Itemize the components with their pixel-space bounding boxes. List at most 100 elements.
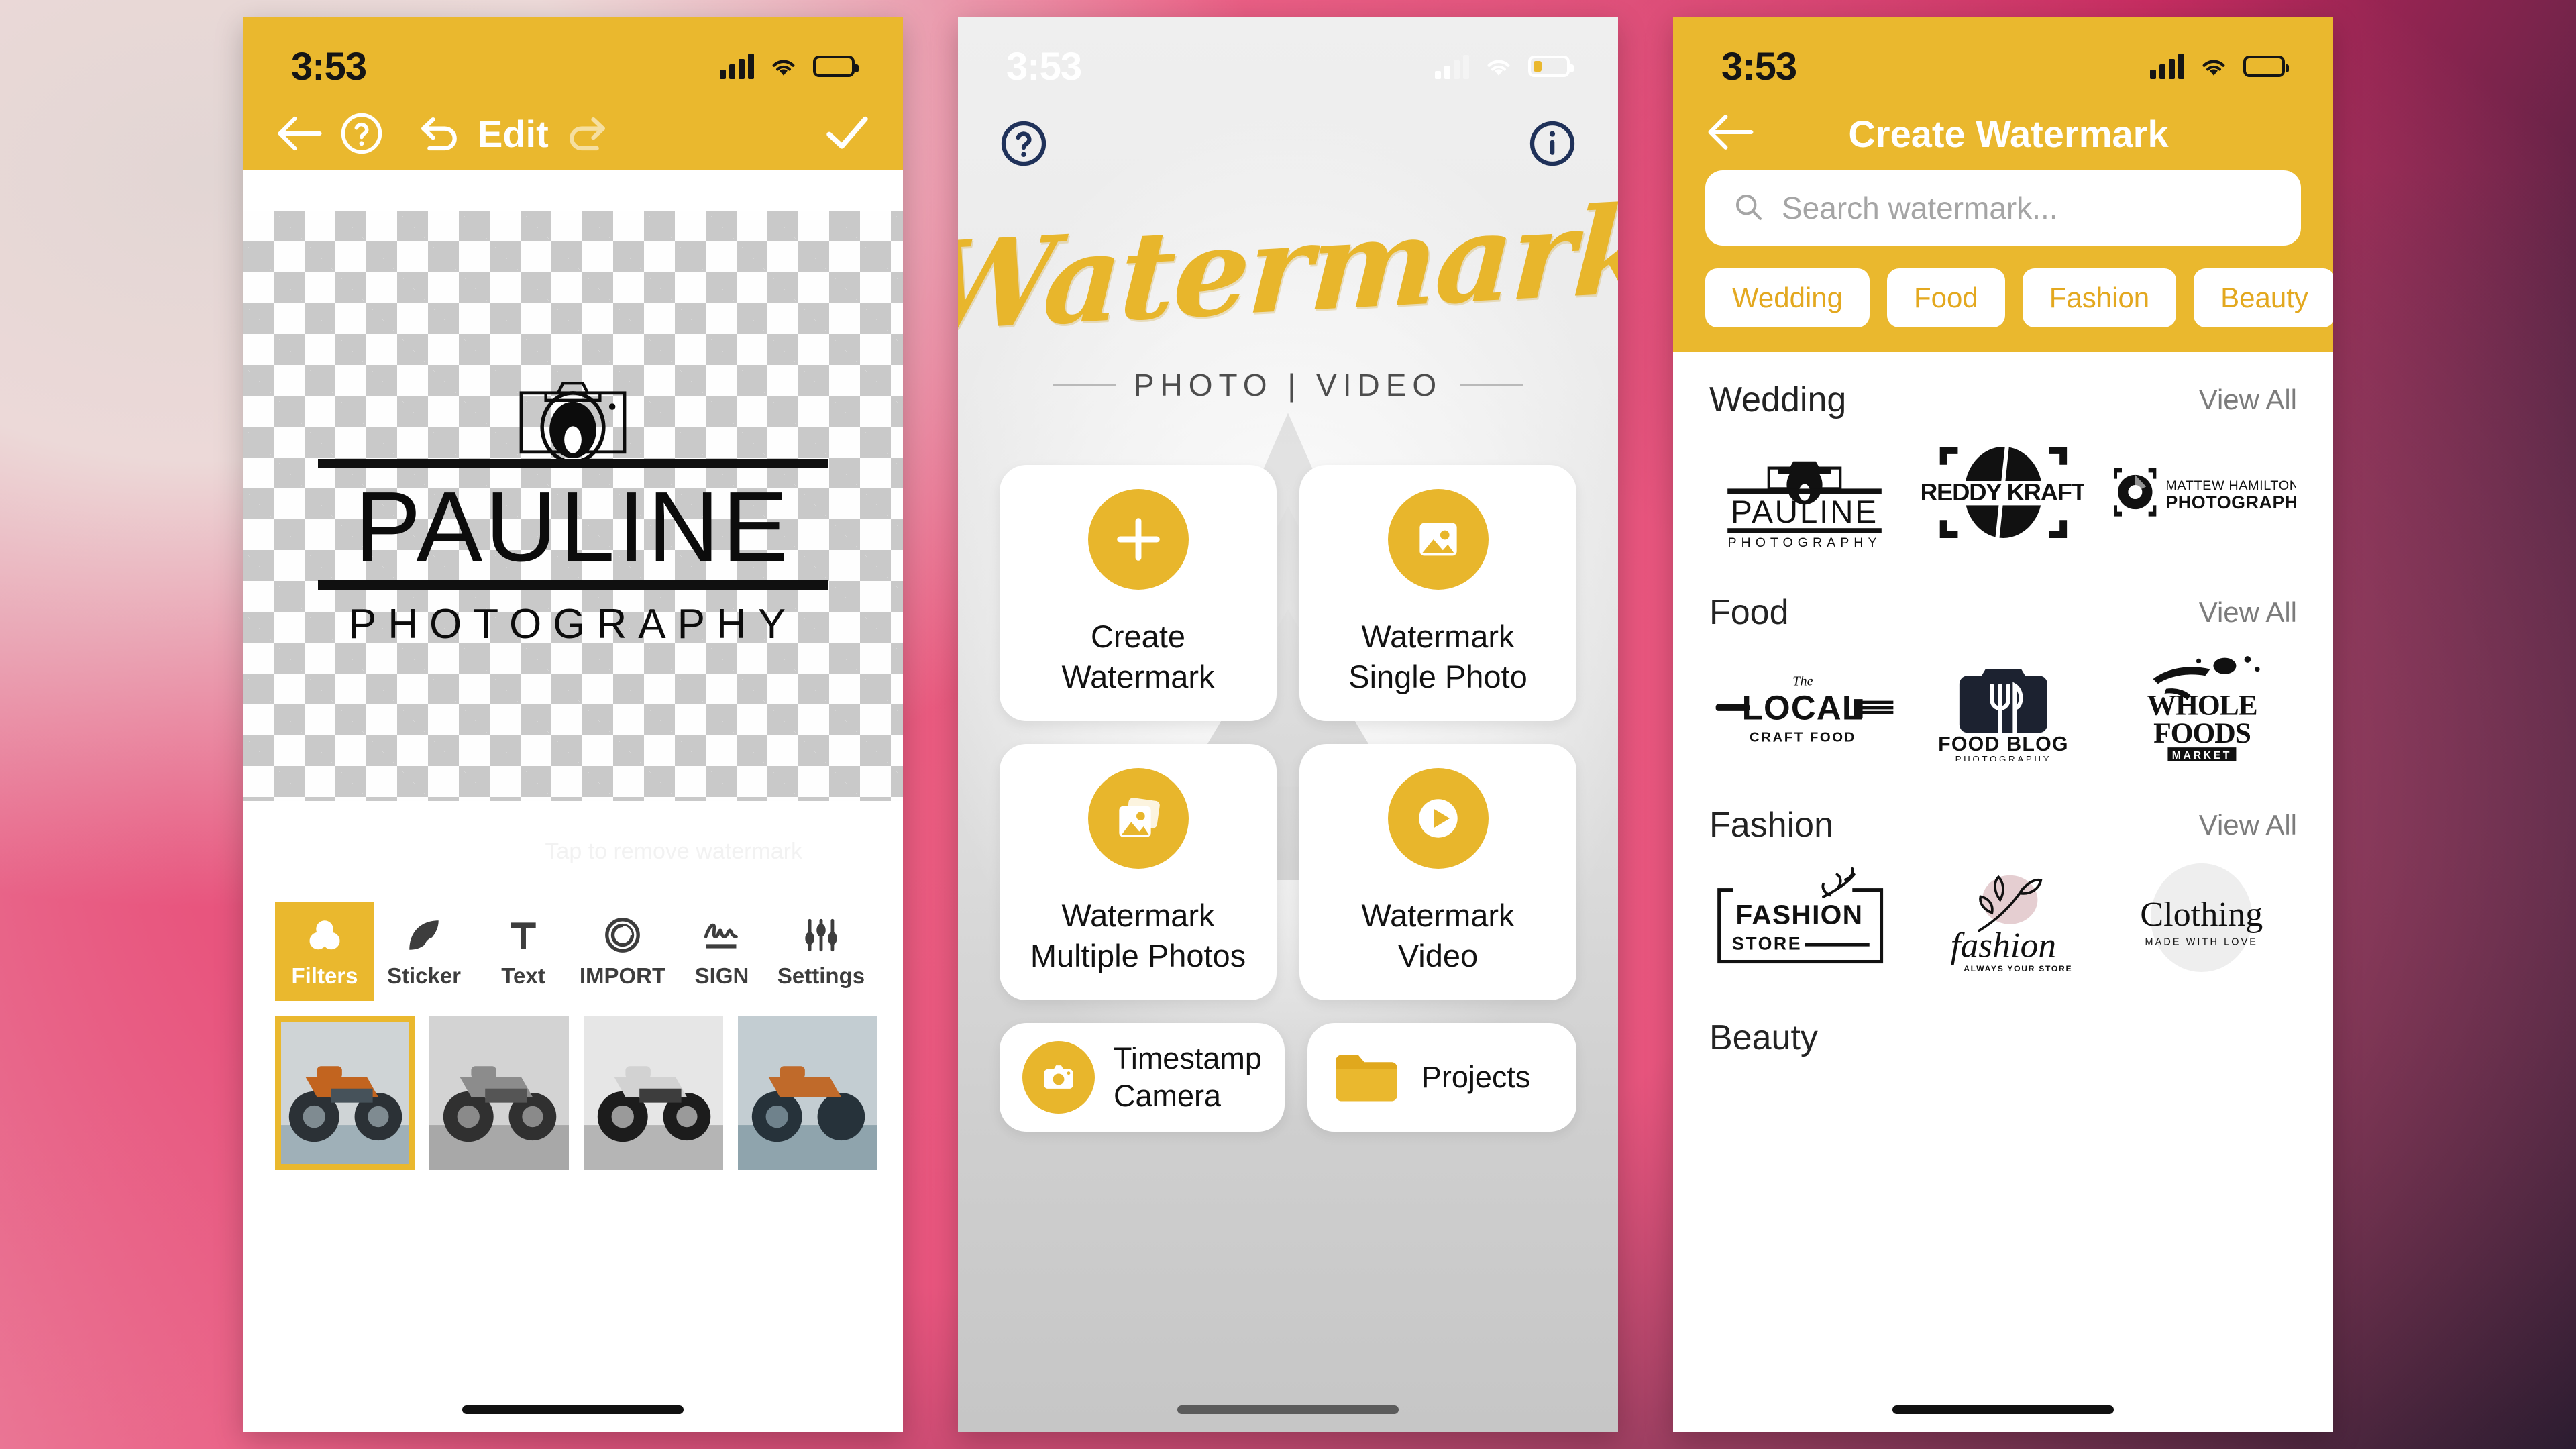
status-bar: 3:53	[1673, 17, 2333, 97]
remove-watermark-hint[interactable]: Tap to remove watermark	[243, 801, 903, 902]
tool-label: SIGN	[694, 963, 749, 988]
watermark-whole-foods-market[interactable]: WHOLE FOODS MARKET	[2108, 648, 2296, 762]
filter-thumbnail[interactable]	[429, 1016, 569, 1170]
phone-home-screen: 3:53 Watermark PHOTO | VIDEO Create Wate…	[958, 17, 1618, 1432]
card-watermark-video[interactable]: Watermark Video	[1299, 744, 1576, 1000]
search-input[interactable]: Search watermark...	[1705, 170, 2301, 246]
svg-text:The: The	[1792, 674, 1813, 688]
status-bar: 3:53	[243, 17, 903, 97]
tool-filters[interactable]: Filters	[275, 902, 374, 1001]
chip-beauty[interactable]: Beauty	[2194, 268, 2333, 327]
info-icon[interactable]	[1528, 119, 1576, 171]
card-watermark-multiple-photos[interactable]: Watermark Multiple Photos	[1000, 744, 1277, 1000]
phone-editor-screen: 3:53 Edit PAULINE PHOTOGRAPHY Tap to rem…	[243, 17, 903, 1432]
status-bar: 3:53	[958, 17, 1618, 97]
help-icon[interactable]	[339, 111, 384, 156]
watermark-canvas[interactable]: PAULINE PHOTOGRAPHY	[243, 211, 903, 801]
search-placeholder: Search watermark...	[1782, 191, 2058, 225]
plus-icon	[1087, 488, 1189, 590]
card-projects[interactable]: Projects	[1307, 1023, 1576, 1132]
page-title: Create Watermark	[1848, 112, 2169, 155]
svg-text:MATTEW HAMILTON: MATTEW HAMILTON	[2165, 478, 2296, 493]
card-watermark-single-photo[interactable]: Watermark Single Photo	[1299, 465, 1576, 721]
app-logo-script: Watermark	[958, 178, 1618, 360]
chip-wedding[interactable]: Wedding	[1705, 268, 1870, 327]
card-label-line2: Multiple Photos	[1030, 938, 1246, 973]
watermark-freddy-krafts[interactable]: FREDDY KRAFTS	[1909, 435, 2097, 549]
view-all-link[interactable]: View All	[2199, 809, 2297, 841]
filter-thumbnail[interactable]	[584, 1016, 723, 1170]
home-top-icons	[958, 97, 1618, 171]
card-timestamp-camera[interactable]: Timestamp Camera	[1000, 1023, 1285, 1132]
status-time: 3:53	[1721, 44, 1797, 89]
watermark-food-blog-photography[interactable]: FOOD BLOG PHOTOGRAPHY	[1909, 648, 2097, 762]
home-indicator	[1892, 1405, 2114, 1414]
back-arrow-icon[interactable]	[275, 115, 325, 152]
card-create-watermark[interactable]: Create Watermark	[1000, 465, 1277, 721]
filter-thumbnail[interactable]	[738, 1016, 877, 1170]
row-label-line1: Timestamp	[1114, 1040, 1262, 1075]
play-icon	[1387, 767, 1489, 869]
svg-text:PHOTOGRAPHY: PHOTOGRAPHY	[2165, 492, 2296, 513]
redo-icon[interactable]	[564, 114, 609, 153]
svg-text:PAULINE: PAULINE	[1731, 494, 1878, 529]
watermark-the-local-craft-food[interactable]: The LOCAL CRAFT FOOD	[1711, 648, 1898, 762]
view-all-link[interactable]: View All	[2199, 596, 2297, 629]
tool-label: Filters	[291, 963, 358, 988]
phone-create-watermark-screen: 3:53 Create Watermark Search watermark..…	[1673, 17, 2333, 1432]
watermark-clothing-made-with-love[interactable]: Clothing MADE WITH LOVE	[2108, 861, 2296, 975]
watermark-fashion-store[interactable]: FASHION STORE	[1711, 861, 1898, 975]
sticker-icon	[405, 914, 443, 957]
home-indicator	[1177, 1405, 1399, 1414]
section-title: Wedding	[1709, 380, 1847, 419]
watermark-pauline-photography[interactable]: PAULINE PHOTOGRAPHY	[1711, 435, 1898, 549]
section-title: Beauty	[1709, 1018, 1818, 1057]
section-items-wedding: PAULINE PHOTOGRAPHY FREDDY KRAFTS MATTEW …	[1705, 420, 2301, 564]
chip-fashion[interactable]: Fashion	[2022, 268, 2177, 327]
filter-thumbnail[interactable]	[275, 1016, 415, 1170]
tool-sticker[interactable]: Sticker	[374, 902, 474, 1001]
signature-icon	[701, 914, 743, 957]
watermark-logo: PAULINE PHOTOGRAPHY	[318, 364, 828, 648]
category-chips: Wedding Food Fashion Beauty	[1705, 268, 2333, 327]
help-icon[interactable]	[1000, 119, 1048, 171]
svg-text:FOOD BLOG: FOOD BLOG	[1938, 733, 2069, 755]
svg-text:MADE WITH LOVE: MADE WITH LOVE	[2145, 936, 2259, 947]
page-title: Edit	[478, 112, 549, 155]
section-items-fashion: FASHION STORE fashion ALWAYS YOUR STORE Cl…	[1705, 845, 2301, 989]
card-label-line1: Create	[1090, 618, 1186, 654]
section-header-food: Food View All	[1705, 564, 2301, 633]
svg-text:ALWAYS YOUR STORE: ALWAYS YOUR STORE	[1964, 964, 2072, 973]
tool-import[interactable]: IMPORT	[573, 902, 672, 1001]
section-header-wedding: Wedding View All	[1705, 352, 2301, 420]
status-icons	[2150, 54, 2289, 79]
wifi-icon	[2202, 60, 2225, 76]
divider-line-left	[1053, 384, 1116, 386]
undo-icon[interactable]	[417, 114, 463, 153]
tool-label: Settings	[777, 963, 865, 988]
tool-sign[interactable]: SIGN	[672, 902, 771, 1001]
section-title: Food	[1709, 593, 1789, 632]
row-label-line2: Camera	[1114, 1079, 1222, 1113]
images-icon	[1087, 767, 1189, 869]
canvas-top-gap	[243, 170, 903, 211]
logo-rule-bottom	[318, 580, 828, 590]
back-arrow-icon[interactable]	[1705, 113, 1756, 154]
done-check-icon[interactable]	[824, 113, 871, 154]
card-label-line2: Single Photo	[1348, 659, 1527, 694]
tool-settings[interactable]: Settings	[771, 902, 871, 1001]
create-watermark-header: Create Watermark Search watermark... Wed…	[1673, 97, 2333, 352]
cellular-signal-icon	[1435, 54, 1469, 79]
card-label-line1: Watermark	[1361, 618, 1515, 654]
tool-text[interactable]: Text	[474, 902, 573, 1001]
watermark-mattew-hamilton-photography[interactable]: MATTEW HAMILTONPHOTOGRAPHY	[2108, 435, 2296, 549]
svg-text:PHOTOGRAPHY: PHOTOGRAPHY	[1727, 535, 1881, 549]
svg-text:PHOTOGRAPHY: PHOTOGRAPHY	[1955, 753, 2051, 761]
watermark-catalog: Wedding View All PAULINE PHOTOGRAPHY FRED…	[1673, 352, 2333, 1432]
home-action-grid: Create Watermark Watermark Single Photo	[1000, 465, 1576, 1000]
filter-thumbnail-strip[interactable]	[243, 1001, 903, 1170]
watermark-fashion-always-your-store[interactable]: fashion ALWAYS YOUR STORE	[1909, 861, 2097, 975]
card-label-line1: Watermark	[1361, 897, 1515, 933]
view-all-link[interactable]: View All	[2199, 384, 2297, 416]
chip-food[interactable]: Food	[1887, 268, 2005, 327]
